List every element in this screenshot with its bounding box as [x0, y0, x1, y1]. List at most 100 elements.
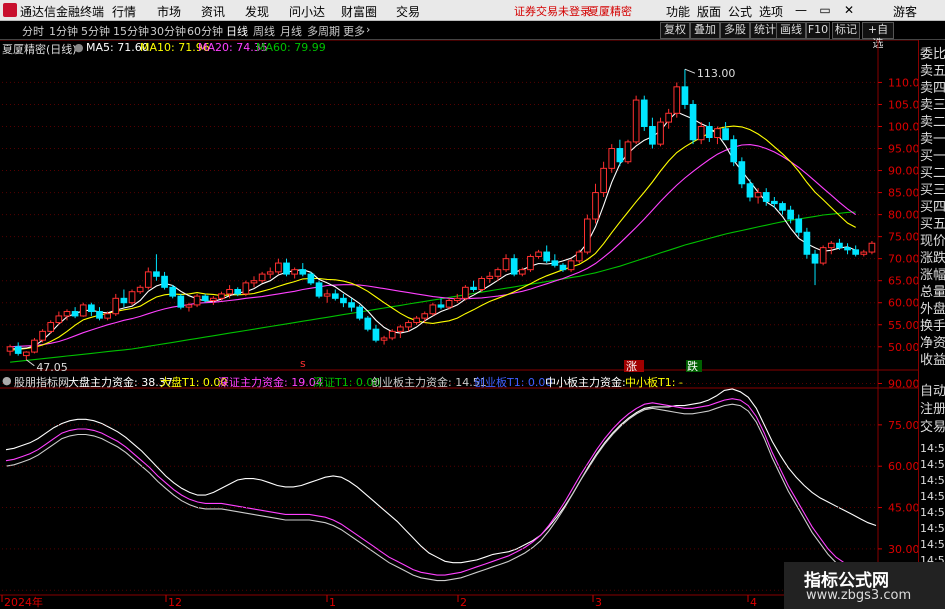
candle-body: [762, 192, 770, 202]
down-candle: [803, 227, 811, 259]
menu-wenxiaoda[interactable]: 问小达: [289, 3, 325, 20]
down-candle: [689, 100, 697, 145]
auto-button[interactable]: 自动: [920, 383, 945, 400]
candle-body: [616, 148, 624, 163]
diejia-button[interactable]: 叠加: [690, 22, 720, 39]
tf-multi[interactable]: 多周期: [307, 23, 340, 39]
candle-body: [445, 300, 453, 308]
register-button[interactable]: 注册: [920, 401, 945, 418]
candle-body: [600, 167, 607, 194]
menu-faxian[interactable]: 发现: [245, 3, 269, 20]
up-candle: [193, 293, 201, 308]
tf-fenshi[interactable]: 分时: [22, 23, 44, 39]
quote-label-sell2: 卖二: [920, 115, 945, 130]
fuquan-button[interactable]: 复权: [660, 22, 690, 39]
indicator-value-zhongxiao: 中小板主力资金: -: [545, 376, 634, 389]
minimize-icon[interactable]: —: [793, 2, 809, 18]
chevron-right-icon[interactable]: ›: [366, 23, 370, 36]
menu-jiaoyi[interactable]: 交易: [396, 3, 420, 20]
restore-icon[interactable]: ▭: [817, 2, 833, 18]
candle-body: [161, 275, 168, 288]
candle-body: [275, 262, 282, 273]
indicator-name[interactable]: 股朋指标网: [14, 374, 69, 390]
down-candle: [543, 245, 551, 264]
up-candle: [275, 258, 282, 275]
stock-notice[interactable]: 夏厦精密: [588, 3, 632, 19]
candle-body: [779, 203, 786, 211]
tf-15min[interactable]: 15分钟: [113, 23, 149, 39]
candle-body: [96, 311, 103, 319]
candle-body: [218, 293, 225, 299]
candle-body: [592, 192, 599, 220]
up-candle: [527, 254, 534, 272]
f10-button[interactable]: F10: [806, 22, 830, 39]
down-candle: [307, 271, 315, 286]
ma10-line: [10, 125, 856, 351]
tf-monthly[interactable]: 月线: [280, 23, 302, 39]
tf-30min[interactable]: 30分钟: [150, 23, 186, 39]
candle-body: [527, 255, 534, 271]
close-icon[interactable]: ✕: [841, 2, 857, 18]
up-candle: [136, 285, 144, 294]
menu-hangqing[interactable]: 行情: [112, 3, 136, 20]
tf-60min[interactable]: 60分钟: [187, 23, 223, 39]
add-watchlist-button[interactable]: +自选: [862, 22, 894, 50]
biaoji-button[interactable]: 标记: [832, 22, 860, 39]
candle-body: [819, 247, 827, 264]
candle-body: [478, 277, 485, 291]
candle-body: [738, 161, 746, 185]
candle-body: [63, 311, 71, 317]
down-candle: [169, 285, 177, 299]
up-candle: [380, 335, 388, 345]
down-candle: [738, 157, 746, 189]
candle-body: [575, 251, 583, 262]
settings-dot-icon[interactable]: ●: [2, 374, 12, 387]
candle-body: [372, 328, 380, 341]
tf-more[interactable]: 更多: [343, 23, 365, 39]
quote-label-sell4: 卖四: [920, 81, 945, 96]
up-candle: [714, 126, 721, 145]
up-candle: [209, 296, 217, 305]
kline-chart[interactable]: 50.00 55.00 60.00 65.00 70.00 75.00 80.00 85.00…: [0, 40, 918, 609]
tick-time: 14:56: [920, 490, 945, 503]
candle-body: [258, 273, 266, 282]
app-logo-icon: [3, 3, 17, 17]
up-candle: [567, 258, 575, 272]
tf-1min[interactable]: 1分钟: [49, 23, 78, 39]
candle-body: [193, 295, 201, 306]
menu-gongneng[interactable]: 功能: [666, 3, 690, 20]
login-notice[interactable]: 证券交易未登录: [514, 3, 591, 19]
candle-body: [689, 103, 697, 141]
down-candle: [510, 254, 518, 277]
date-axis: 2024年 12 1 2 3 4: [1, 595, 757, 609]
guest-label[interactable]: 游客: [893, 3, 917, 20]
candle-body: [71, 311, 79, 317]
menu-shichang[interactable]: 市场: [157, 3, 181, 20]
stock-name-label[interactable]: 夏厦精密(日线): [2, 41, 77, 57]
menu-gongshi[interactable]: 公式: [728, 3, 752, 20]
tf-daily[interactable]: 日线: [226, 23, 248, 39]
menu-zixun[interactable]: 资讯: [201, 3, 225, 20]
candle-body: [55, 315, 63, 324]
menu-caifuquan[interactable]: 财富圈: [341, 3, 377, 20]
settings-dot-icon[interactable]: ●: [74, 41, 84, 54]
menu-xuanxiang[interactable]: 选项: [759, 3, 783, 20]
candle-body: [144, 271, 152, 288]
up-candle: [665, 108, 673, 129]
huaxian-button[interactable]: 画线: [776, 22, 806, 39]
candle-body: [242, 282, 250, 295]
candle-body: [421, 313, 429, 319]
up-candle: [429, 302, 437, 316]
price-tick-label: 90.00: [888, 165, 918, 178]
date-tick-label: 2: [460, 596, 467, 609]
tf-5min[interactable]: 5分钟: [81, 23, 110, 39]
candle-body: [811, 253, 819, 264]
duogu-button[interactable]: 多股: [720, 22, 750, 39]
down-candle: [331, 289, 339, 301]
menu-banmian[interactable]: 版面: [697, 3, 721, 20]
tf-weekly[interactable]: 周线: [253, 23, 275, 39]
down-candle: [844, 243, 851, 255]
candle-body: [551, 260, 559, 266]
trade-button[interactable]: 交易: [920, 419, 945, 436]
signal-die-label: 跌: [687, 359, 698, 373]
